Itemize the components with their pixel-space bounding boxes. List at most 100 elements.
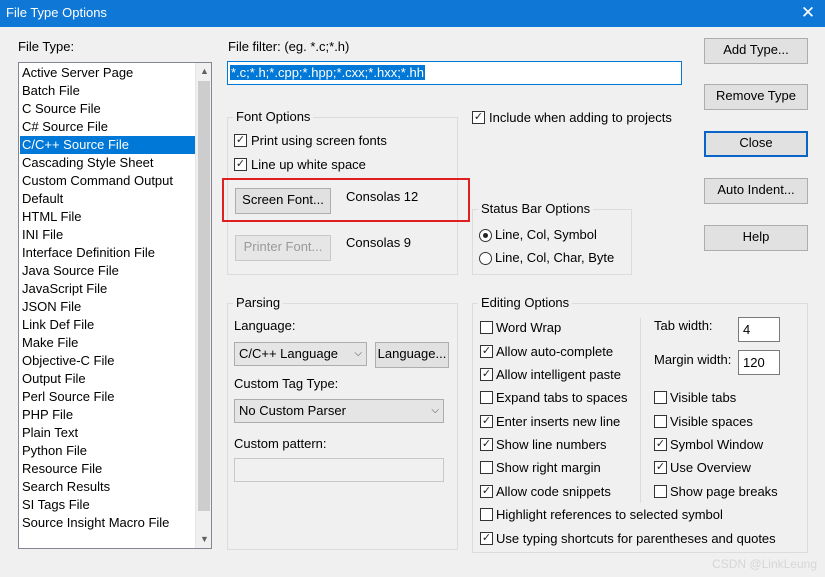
- show-right-margin-checkbox[interactable]: [480, 461, 493, 474]
- list-item[interactable]: Python File: [20, 442, 195, 460]
- include-projects-label: Include when adding to projects: [489, 110, 672, 125]
- editing-options-title: Editing Options: [478, 295, 573, 310]
- language-select-value: C/C++ Language: [239, 346, 339, 361]
- status-bar-radio-symbol[interactable]: [479, 229, 492, 242]
- highlight-references-label: Highlight references to selected symbol: [496, 507, 723, 522]
- visible-spaces-label: Visible spaces: [670, 414, 753, 429]
- language-select[interactable]: C/C++ Language ⌵: [234, 342, 367, 366]
- expand-tabs-label: Expand tabs to spaces: [496, 390, 628, 405]
- window-title: File Type Options: [6, 5, 107, 20]
- parsing-title: Parsing: [233, 295, 284, 310]
- visible-tabs-checkbox[interactable]: [654, 391, 667, 404]
- file-filter-value: *.c;*.h;*.cpp;*.hpp;*.cxx;*.hxx;*.hh: [230, 65, 425, 80]
- list-item[interactable]: Source Insight Macro File: [20, 514, 195, 532]
- chevron-down-icon: ⌵: [431, 405, 439, 416]
- language-button[interactable]: Language...: [375, 342, 449, 368]
- enter-inserts-checkbox[interactable]: ✓: [480, 415, 493, 428]
- show-line-numbers-label: Show line numbers: [496, 437, 607, 452]
- list-item[interactable]: Plain Text: [20, 424, 195, 442]
- list-scrollbar[interactable]: ▲ ▼: [195, 63, 211, 548]
- intelligent-paste-label: Allow intelligent paste: [496, 367, 622, 382]
- status-bar-radio-byte[interactable]: [479, 252, 492, 265]
- include-projects-checkbox[interactable]: ✓: [472, 111, 485, 124]
- file-filter-input[interactable]: *.c;*.h;*.cpp;*.hpp;*.cxx;*.hxx;*.hh: [227, 61, 682, 85]
- list-item[interactable]: Custom Command Output: [20, 172, 195, 190]
- symbol-window-checkbox[interactable]: ✓: [654, 438, 667, 451]
- list-item[interactable]: Default: [20, 190, 195, 208]
- line-up-white-space-label: Line up white space: [251, 157, 366, 172]
- language-label: Language:: [234, 318, 296, 333]
- close-button[interactable]: Close: [704, 131, 808, 157]
- margin-width-input[interactable]: 120: [738, 350, 780, 375]
- tab-width-value: 4: [743, 322, 751, 337]
- visible-spaces-checkbox[interactable]: [654, 415, 667, 428]
- custom-pattern-input[interactable]: [234, 458, 444, 482]
- margin-width-value: 120: [743, 355, 765, 370]
- margin-width-label: Margin width:: [654, 352, 732, 367]
- tab-width-label: Tab width:: [654, 318, 713, 333]
- list-item[interactable]: Search Results: [20, 478, 195, 496]
- scroll-down-icon[interactable]: ▼: [196, 531, 211, 548]
- list-item[interactable]: Make File: [20, 334, 195, 352]
- list-item[interactable]: Interface Definition File: [20, 244, 195, 262]
- visible-tabs-label: Visible tabs: [670, 390, 737, 405]
- remove-type-button[interactable]: Remove Type: [704, 84, 808, 110]
- print-screen-fonts-checkbox[interactable]: ✓: [234, 134, 247, 147]
- line-up-white-space-checkbox[interactable]: ✓: [234, 158, 247, 171]
- scroll-thumb[interactable]: [198, 81, 210, 511]
- add-type-button[interactable]: Add Type...: [704, 38, 808, 64]
- list-item[interactable]: Resource File: [20, 460, 195, 478]
- list-item[interactable]: Active Server Page: [20, 64, 195, 82]
- auto-indent-button[interactable]: Auto Indent...: [704, 178, 808, 204]
- list-item[interactable]: JSON File: [20, 298, 195, 316]
- list-item[interactable]: SI Tags File: [20, 496, 195, 514]
- symbol-window-label: Symbol Window: [670, 437, 764, 452]
- show-page-breaks-checkbox[interactable]: [654, 485, 667, 498]
- editing-divider: [640, 318, 641, 503]
- list-item[interactable]: JavaScript File: [20, 280, 195, 298]
- help-button[interactable]: Help: [704, 225, 808, 251]
- typing-shortcuts-label: Use typing shortcuts for parentheses and…: [496, 531, 776, 546]
- parsing-group: [227, 303, 458, 550]
- word-wrap-label: Word Wrap: [496, 320, 562, 335]
- title-bar: File Type Options ✕: [0, 0, 825, 27]
- auto-complete-checkbox[interactable]: ✓: [480, 345, 493, 358]
- list-item[interactable]: Output File: [20, 370, 195, 388]
- list-item[interactable]: Perl Source File: [20, 388, 195, 406]
- list-item[interactable]: INI File: [20, 226, 195, 244]
- word-wrap-checkbox[interactable]: [480, 321, 493, 334]
- highlight-references-checkbox[interactable]: [480, 508, 493, 521]
- list-item[interactable]: Batch File: [20, 82, 195, 100]
- print-screen-fonts-label: Print using screen fonts: [251, 133, 387, 148]
- list-item[interactable]: PHP File: [20, 406, 195, 424]
- scroll-up-icon[interactable]: ▲: [196, 63, 211, 80]
- printer-font-button[interactable]: Printer Font...: [235, 235, 331, 261]
- intelligent-paste-checkbox[interactable]: ✓: [480, 368, 493, 381]
- file-type-list[interactable]: Active Server Page Batch File C Source Fil…: [18, 62, 212, 549]
- close-window-icon[interactable]: ✕: [797, 2, 819, 24]
- list-item[interactable]: HTML File: [20, 208, 195, 226]
- typing-shortcuts-checkbox[interactable]: ✓: [480, 532, 493, 545]
- list-item[interactable]: Link Def File: [20, 316, 195, 334]
- enter-inserts-label: Enter inserts new line: [496, 414, 621, 429]
- list-item[interactable]: Objective-C File: [20, 352, 195, 370]
- file-type-label: File Type:: [18, 39, 75, 54]
- use-overview-checkbox[interactable]: ✓: [654, 461, 667, 474]
- red-highlight-annotation: [222, 178, 470, 222]
- list-item[interactable]: Cascading Style Sheet: [20, 154, 195, 172]
- list-item[interactable]: C# Source File: [20, 118, 195, 136]
- custom-pattern-label: Custom pattern:: [234, 436, 327, 451]
- list-item[interactable]: C/C++ Source File: [20, 136, 195, 154]
- show-line-numbers-checkbox[interactable]: ✓: [480, 438, 493, 451]
- expand-tabs-checkbox[interactable]: [480, 391, 493, 404]
- show-right-margin-label: Show right margin: [496, 460, 601, 475]
- file-filter-label: File filter: (eg. *.c;*.h): [228, 39, 350, 54]
- list-item[interactable]: C Source File: [20, 100, 195, 118]
- chevron-down-icon: ⌵: [354, 348, 362, 359]
- status-bar-option-byte: Line, Col, Char, Byte: [495, 250, 615, 265]
- code-snippets-checkbox[interactable]: ✓: [480, 485, 493, 498]
- tab-width-input[interactable]: 4: [738, 317, 780, 342]
- printer-font-value: Consolas 9: [346, 235, 412, 250]
- list-item[interactable]: Java Source File: [20, 262, 195, 280]
- custom-tag-type-select[interactable]: No Custom Parser ⌵: [234, 399, 444, 423]
